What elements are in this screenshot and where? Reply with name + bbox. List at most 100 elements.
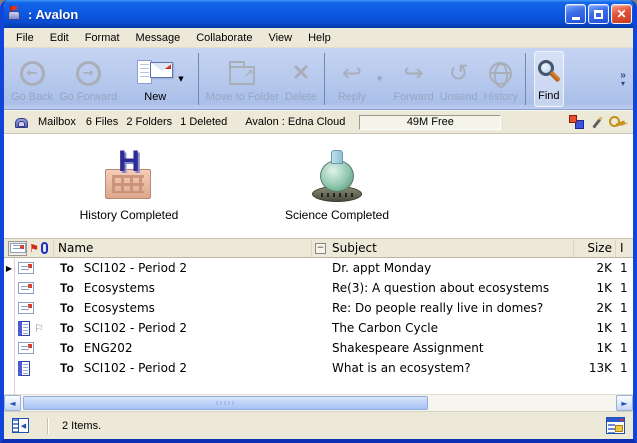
toolbar-separator	[198, 53, 199, 105]
find-magnifier-icon	[538, 60, 554, 76]
location-label: Mailbox	[38, 116, 76, 128]
scrollbar-track[interactable]	[21, 395, 616, 411]
minimize-button[interactable]	[565, 4, 586, 24]
truncated-cell: 1	[615, 281, 633, 295]
message-row[interactable]: ToEcosystems Re: Do people really live i…	[4, 298, 633, 318]
envelope-icon	[10, 243, 26, 253]
history-building-icon: H	[101, 151, 157, 201]
message-size: 1K	[573, 341, 615, 355]
flag-column-icon[interactable]: ⚑	[29, 243, 39, 254]
reply-icon: ↩	[342, 61, 362, 85]
delete-button: ✕ Delete	[282, 51, 320, 107]
message-type-column-button[interactable]	[8, 241, 27, 256]
minimize-icon	[572, 17, 580, 20]
close-icon: ✕	[616, 8, 626, 20]
mailbox-icon	[14, 115, 30, 129]
maximize-icon	[594, 10, 603, 19]
close-button[interactable]: ✕	[611, 4, 632, 24]
scroll-left-button[interactable]: ◄	[4, 395, 21, 411]
science-flask-icon	[307, 150, 367, 202]
selection-arrow-icon: ▶	[4, 264, 14, 273]
maximize-button[interactable]	[588, 4, 609, 24]
truncated-cell: 1	[615, 301, 633, 315]
collapse-panel-button[interactable]: ◀	[12, 418, 29, 433]
envelope-icon	[18, 262, 34, 274]
message-list-header: ⚑ Name − Subject Size I	[4, 238, 633, 258]
horizontal-scrollbar: ◄ ►	[4, 394, 633, 411]
subject-column-header[interactable]: − Subject	[312, 239, 573, 257]
menu-view[interactable]: View	[260, 30, 300, 46]
toolbar-overflow-chevron[interactable]: » ▾	[615, 51, 631, 107]
notebook-icon	[18, 361, 30, 376]
app-window: : Avalon ✕ File Edit Format Message Coll…	[0, 0, 637, 443]
layout-view-button[interactable]	[606, 417, 625, 434]
go-forward-icon: →	[76, 61, 101, 86]
unsend-icon: ↺	[449, 61, 469, 85]
message-row[interactable]: ToSCI102 - Period 2 What is an ecosystem…	[4, 358, 633, 378]
menu-file[interactable]: File	[8, 30, 42, 46]
flag-icon: ⚐	[34, 322, 44, 335]
account-label: Avalon : Edna Cloud	[245, 116, 345, 128]
message-row[interactable]: ▶ ToSCI102 - Period 2 Dr. appt Monday 2K…	[4, 258, 633, 278]
message-subject: Shakespeare Assignment	[312, 341, 573, 355]
message-list: ▶ ToSCI102 - Period 2 Dr. appt Monday 2K…	[4, 258, 633, 394]
files-count: 6 Files	[86, 116, 118, 128]
message-size: 1K	[573, 281, 615, 295]
titlebar[interactable]: : Avalon ✕	[0, 0, 637, 28]
menu-collaborate[interactable]: Collaborate	[188, 30, 260, 46]
envelope-icon	[18, 342, 34, 354]
new-dropdown-arrow[interactable]: ▼	[178, 75, 183, 83]
envelope-icon	[18, 282, 34, 294]
reply-button: ↩ Reply	[335, 51, 369, 107]
free-space-indicator: 49M Free	[359, 115, 501, 130]
shortcut-science-completed[interactable]: Science Completed	[272, 148, 402, 222]
menu-edit[interactable]: Edit	[42, 30, 77, 46]
go-back-button: ← Go Back	[8, 51, 56, 107]
unsend-button: ↺ Unsend	[437, 51, 481, 107]
toolbar-separator	[525, 53, 526, 105]
toolbar-separator	[324, 53, 325, 105]
overlapping-squares-icon[interactable]	[569, 115, 584, 129]
message-size: 2K	[573, 301, 615, 315]
menu-format[interactable]: Format	[77, 30, 128, 46]
infobar: Mailbox 6 Files 2 Folders 1 Deleted Aval…	[4, 110, 633, 134]
items-count: 2 Items.	[62, 420, 101, 432]
menu-message[interactable]: Message	[128, 30, 189, 46]
window-title: : Avalon	[28, 7, 565, 22]
truncated-cell: 1	[615, 261, 633, 275]
scroll-right-button[interactable]: ►	[616, 395, 633, 411]
message-subject: The Carbon Cycle	[312, 321, 573, 335]
pencil-icon[interactable]	[592, 116, 602, 128]
truncated-cell: 1	[615, 341, 633, 355]
attachment-column-icon[interactable]	[41, 242, 48, 254]
menu-help[interactable]: Help	[300, 30, 339, 46]
message-size: 13K	[573, 361, 615, 375]
history-globe-icon	[489, 62, 512, 85]
name-column-header[interactable]: Name	[54, 239, 312, 257]
collapse-all-button[interactable]: −	[315, 243, 326, 254]
panel-left-arrow-icon: ◀	[19, 422, 28, 430]
message-row[interactable]: ToENG202 Shakespeare Assignment 1K 1	[4, 338, 633, 358]
delete-icon: ✕	[292, 60, 310, 86]
size-column-header[interactable]: Size	[573, 239, 615, 257]
truncated-column-header[interactable]: I	[615, 239, 633, 257]
find-button[interactable]: Find	[534, 51, 564, 107]
recipient-name: Ecosystems	[84, 281, 155, 295]
forward-mail-icon: ↪	[403, 61, 423, 85]
message-subject: Re: Do people really live in domes?	[312, 301, 573, 315]
message-subject: What is an ecosystem?	[312, 361, 573, 375]
message-row[interactable]: ⚐ ToSCI102 - Period 2 The Carbon Cycle 1…	[4, 318, 633, 338]
statusbar: ◀ 2 Items.	[4, 411, 633, 439]
message-size: 2K	[573, 261, 615, 275]
mailbox-app-icon	[6, 6, 23, 22]
message-size: 1K	[573, 321, 615, 335]
recipient-name: SCI102 - Period 2	[84, 321, 187, 335]
message-row[interactable]: ToEcosystems Re(3): A question about eco…	[4, 278, 633, 298]
key-icon[interactable]	[609, 116, 625, 128]
shortcut-history-completed[interactable]: H History Completed	[64, 148, 194, 222]
new-message-button[interactable]: New	[134, 51, 176, 107]
scrollbar-thumb[interactable]	[23, 396, 428, 410]
move-to-folder-icon	[229, 66, 255, 85]
recipient-name: ENG202	[84, 341, 133, 355]
move-to-folder-button: Move to Folder	[203, 51, 282, 107]
